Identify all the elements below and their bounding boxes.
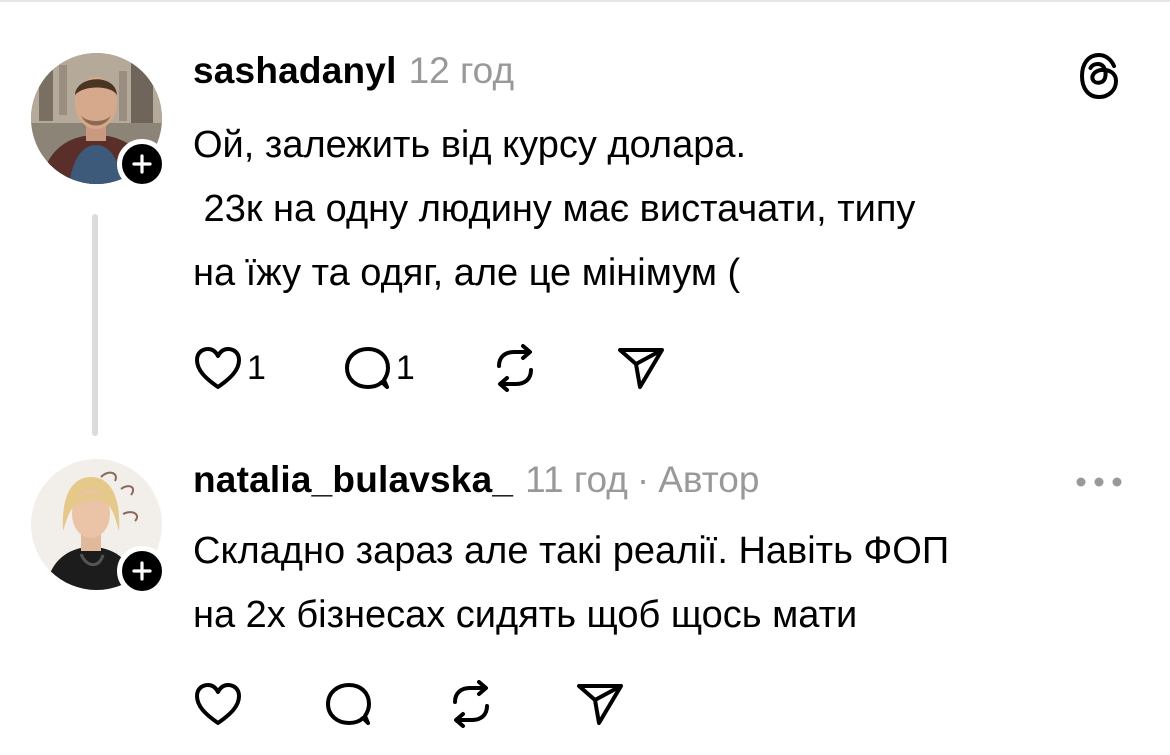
like-button[interactable]: 1 [193, 345, 266, 391]
timestamp-value[interactable]: 11 год [525, 459, 628, 500]
reply-count: 1 [395, 348, 415, 387]
comment-body: Ой, залежить від курсу долара. 23к на од… [193, 113, 1133, 305]
threads-logo-icon[interactable] [1078, 52, 1122, 105]
share-icon [617, 348, 664, 389]
action-bar [193, 679, 625, 729]
comment-line: на 2х бізнесах сидять щоб щось мати [193, 594, 858, 636]
username[interactable]: sashadanyl [193, 50, 397, 92]
reply-button[interactable]: 1 [342, 344, 415, 392]
timestamp[interactable]: 12 год [409, 50, 514, 92]
timestamp: 11 год · Автор [525, 459, 759, 501]
comment-icon [344, 347, 390, 389]
repost-button[interactable] [489, 344, 541, 392]
thread-line [92, 214, 98, 436]
follow-button[interactable] [117, 546, 167, 596]
follow-plus-icon [132, 154, 152, 174]
like-button[interactable] [193, 681, 243, 727]
comment-natalia_bulavska_: natalia_bulavska_ 11 год · Автор Складно з… [0, 450, 1170, 755]
more-options-icon[interactable] [1074, 475, 1124, 494]
reply-button[interactable] [323, 680, 373, 728]
repost-icon [453, 680, 489, 728]
action-bar: 1 1 [193, 343, 666, 393]
comment-line: на їжу та одяг, але це мінімум ( [193, 252, 741, 294]
like-count: 1 [247, 348, 266, 387]
share-button[interactable] [616, 345, 666, 391]
follow-plus-icon [132, 561, 152, 581]
comment-line: 23к на одну людину має вистачати, типу [193, 188, 916, 230]
comment-header: sashadanyl 12 год [193, 50, 514, 92]
follow-button[interactable] [117, 139, 167, 189]
share-button[interactable] [575, 681, 625, 727]
repost-icon [496, 344, 533, 392]
repost-button[interactable] [445, 680, 497, 728]
comment-line: Ой, залежить від курсу долара. [193, 124, 747, 166]
share-icon [577, 684, 623, 725]
comment-line: Складно зараз але такі реалії. Навіть ФО… [193, 530, 950, 572]
meta-separator: · [636, 459, 650, 500]
heart-icon [195, 683, 241, 725]
author-label: Автор [658, 459, 760, 500]
heart-icon [195, 347, 241, 389]
username[interactable]: natalia_bulavska_ [193, 459, 513, 501]
comment-icon [326, 683, 371, 725]
comment-sashadanyl: sashadanyl 12 год Ой, залежить від курсу… [0, 0, 1170, 450]
comment-body: Складно зараз але такі реалії. Навіть ФО… [193, 519, 1133, 647]
comment-header: natalia_bulavska_ 11 год · Автор [193, 459, 759, 501]
